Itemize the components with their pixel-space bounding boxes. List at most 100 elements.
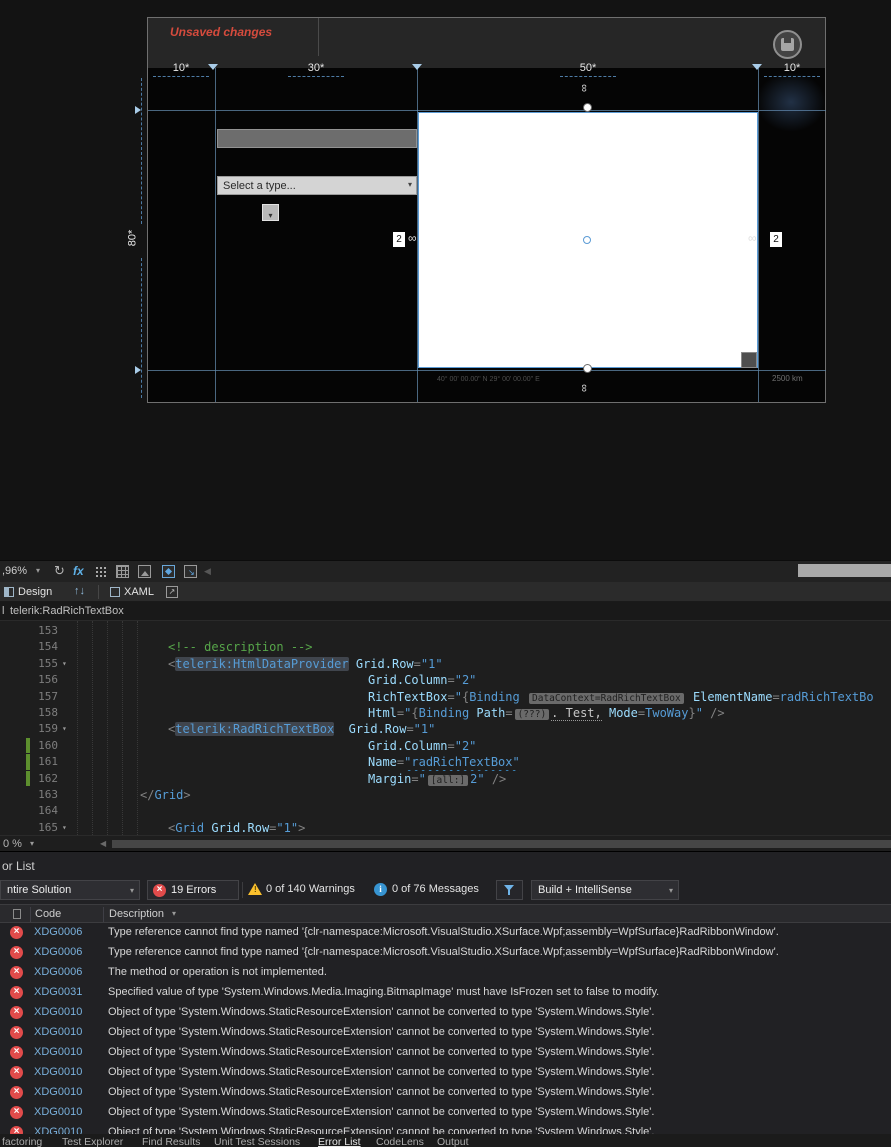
edit-template-icon[interactable]: ↘ bbox=[184, 565, 197, 578]
column-separator[interactable] bbox=[30, 907, 31, 922]
error-list-row[interactable]: × XDG0006 Type reference cannot find type … bbox=[0, 943, 891, 963]
error-list-row[interactable]: × XDG0010 Object of type 'System.Windows.S… bbox=[0, 1003, 891, 1023]
popout-icon[interactable]: ↗ bbox=[166, 586, 178, 598]
errors-toggle-button[interactable]: × 19 Errors bbox=[147, 880, 239, 900]
grid-splitter-handle-2[interactable] bbox=[412, 64, 422, 70]
margin-right-value[interactable]: 2 bbox=[770, 232, 782, 247]
resize-handle-bottom[interactable] bbox=[583, 364, 592, 373]
code-line[interactable]: 155 ▾ <telerik:HtmlDataProvider Grid.Row="… bbox=[0, 656, 891, 672]
image-icon[interactable] bbox=[138, 565, 151, 578]
margin-anchor-bottom-icon[interactable]: ∞ bbox=[578, 384, 590, 392]
grid-row-marker[interactable]: 80* bbox=[126, 230, 138, 247]
designer-hscrollbar[interactable] bbox=[798, 564, 891, 577]
code-lines[interactable]: 153 154 <!-- description --> 155 ▾ <telerik:H… bbox=[0, 621, 891, 835]
warnings-toggle-button[interactable]: ! 0 of 140 Warnings bbox=[246, 880, 366, 900]
swap-panes-icon[interactable]: ↑↓ bbox=[74, 585, 85, 597]
code-line[interactable]: 160 Grid.Column="2" bbox=[0, 737, 891, 754]
severity-column-icon[interactable] bbox=[13, 909, 21, 919]
error-code[interactable]: XDG0010 bbox=[34, 1106, 82, 1118]
grid-lines-icon[interactable] bbox=[116, 565, 129, 578]
grid-row-handle-1[interactable] bbox=[135, 106, 141, 114]
column-separator[interactable] bbox=[103, 907, 104, 922]
bottom-tab[interactable]: Output bbox=[437, 1136, 469, 1147]
code-line[interactable]: 158 Html="{Binding Path= (???). Test, Mode… bbox=[0, 705, 891, 721]
bottom-tab[interactable]: Error List bbox=[318, 1136, 361, 1147]
margin-anchor-left-icon[interactable]: ∞ bbox=[408, 231, 417, 245]
effects-fx-icon[interactable]: fx bbox=[73, 564, 84, 578]
filter-button[interactable] bbox=[496, 880, 523, 900]
error-code[interactable]: XDG0010 bbox=[34, 1046, 82, 1058]
grid-col-marker-2[interactable]: 30* bbox=[300, 62, 332, 74]
column-header-code[interactable]: Code bbox=[35, 908, 61, 920]
code-line[interactable]: 164 bbox=[0, 803, 891, 819]
grid-line-h2[interactable] bbox=[148, 370, 826, 371]
margin-left-value[interactable]: 2 bbox=[393, 232, 405, 247]
error-code[interactable]: XDG0010 bbox=[34, 1086, 82, 1098]
error-code[interactable]: XDG0006 bbox=[34, 966, 82, 978]
error-list-row[interactable]: × XDG0010 Object of type 'System.Windows.S… bbox=[0, 1063, 891, 1083]
tab-xaml[interactable]: XAML bbox=[124, 586, 154, 598]
code-line[interactable]: 162 Margin=" [all:] 2" /> bbox=[0, 770, 891, 787]
code-line[interactable]: 163 </Grid> bbox=[0, 787, 891, 803]
error-code[interactable]: XDG0010 bbox=[34, 1006, 82, 1018]
bottom-tab[interactable]: Test Explorer bbox=[62, 1136, 123, 1147]
hscroll-left-icon[interactable]: ◀ bbox=[100, 839, 106, 848]
grid-splitter-handle-3[interactable] bbox=[752, 64, 762, 70]
error-code[interactable]: XDG0006 bbox=[34, 946, 82, 958]
zoom-combo[interactable]: ,96% bbox=[2, 565, 27, 577]
bottom-tab[interactable]: Unit Test Sessions bbox=[214, 1136, 300, 1147]
code-line[interactable]: 159 ▾ <telerik:RadRichTextBox Grid.Row="1" bbox=[0, 721, 891, 737]
error-list-row[interactable]: × XDG0010 Object of type 'System.Windows.S… bbox=[0, 1103, 891, 1123]
bottom-tab[interactable]: Find Results bbox=[142, 1136, 200, 1147]
error-code[interactable]: XDG0031 bbox=[34, 986, 82, 998]
error-list-row[interactable]: × XDG0031 Specified value of type 'System.… bbox=[0, 983, 891, 1003]
resize-handle-top[interactable] bbox=[583, 103, 592, 112]
bottom-tab[interactable]: CodeLens bbox=[376, 1136, 424, 1147]
grid-col-marker-3[interactable]: 50* bbox=[572, 62, 604, 74]
selection-center-handle[interactable] bbox=[583, 236, 591, 244]
designer-dropdown-button[interactable]: ▾ bbox=[262, 204, 279, 221]
grid-splitter-handle-1[interactable] bbox=[208, 64, 218, 70]
code-line[interactable]: 153 bbox=[0, 623, 891, 639]
snap-grid-icon[interactable] bbox=[162, 565, 175, 578]
editor-hscrollbar-thumb[interactable] bbox=[112, 840, 891, 848]
fold-toggle-icon[interactable]: ▾ bbox=[62, 820, 67, 835]
error-list-row[interactable]: × XDG0010 Object of type 'System.Windows.S… bbox=[0, 1023, 891, 1043]
code-line[interactable]: 161 Name="radRichTextBox" bbox=[0, 754, 891, 770]
error-list-row[interactable]: × XDG0010 Object of type 'System.Windows.S… bbox=[0, 1083, 891, 1103]
source-filter-combo[interactable]: Build + IntelliSense ▾ bbox=[531, 880, 679, 900]
tab-design[interactable]: Design bbox=[18, 586, 52, 598]
scroll-left-icon[interactable]: ◀ bbox=[204, 566, 211, 577]
designer-combobox[interactable]: Select a type... ▾ bbox=[217, 176, 417, 195]
error-code[interactable]: XDG0010 bbox=[34, 1026, 82, 1038]
column-header-description[interactable]: Description bbox=[109, 908, 164, 920]
error-list-row[interactable]: × XDG0010 Object of type 'System.Windows.S… bbox=[0, 1043, 891, 1063]
grid-dots-icon[interactable] bbox=[96, 567, 98, 569]
error-code[interactable]: XDG0010 bbox=[34, 1066, 82, 1078]
messages-toggle-button[interactable]: i 0 of 76 Messages bbox=[372, 880, 488, 900]
zoom-combo-caret-icon[interactable]: ▾ bbox=[36, 566, 40, 575]
margin-anchor-right-icon[interactable]: ∞ bbox=[748, 231, 757, 245]
designer-textbox[interactable] bbox=[217, 129, 417, 148]
grid-row-handle-2[interactable] bbox=[135, 366, 141, 374]
breadcrumb-current[interactable]: telerik:RadRichTextBox bbox=[10, 605, 124, 617]
grid-col-marker-1[interactable]: 10* bbox=[165, 62, 197, 74]
code-line[interactable]: 156 Grid.Column="2" bbox=[0, 672, 891, 688]
code-line[interactable]: 165 ▾ <Grid Grid.Row="1"> bbox=[0, 820, 891, 835]
editor-zoom-combo[interactable]: 0 % bbox=[3, 838, 22, 850]
grid-line-h1[interactable] bbox=[148, 110, 826, 111]
error-list-row[interactable]: × XDG0006 Type reference cannot find type … bbox=[0, 923, 891, 943]
bottom-tab[interactable]: factoring bbox=[2, 1136, 42, 1147]
code-line[interactable]: 154 <!-- description --> bbox=[0, 639, 891, 655]
save-button[interactable] bbox=[773, 30, 802, 59]
scope-filter-combo[interactable]: ntire Solution ▾ bbox=[0, 880, 140, 900]
margin-anchor-top-icon[interactable]: ∞ bbox=[578, 84, 590, 92]
error-list-row[interactable]: × XDG0006 The method or operation is not i… bbox=[0, 963, 891, 983]
grid-line-v1[interactable] bbox=[215, 68, 216, 402]
fold-toggle-icon[interactable]: ▾ bbox=[62, 656, 67, 672]
error-code[interactable]: XDG0010 bbox=[34, 1126, 82, 1134]
fold-toggle-icon[interactable]: ▾ bbox=[62, 721, 67, 737]
code-line[interactable]: 157 RichTextBox="{Binding DataContext=Rad… bbox=[0, 689, 891, 705]
error-code[interactable]: XDG0006 bbox=[34, 926, 82, 938]
editor-zoom-caret-icon[interactable]: ▾ bbox=[30, 839, 34, 848]
